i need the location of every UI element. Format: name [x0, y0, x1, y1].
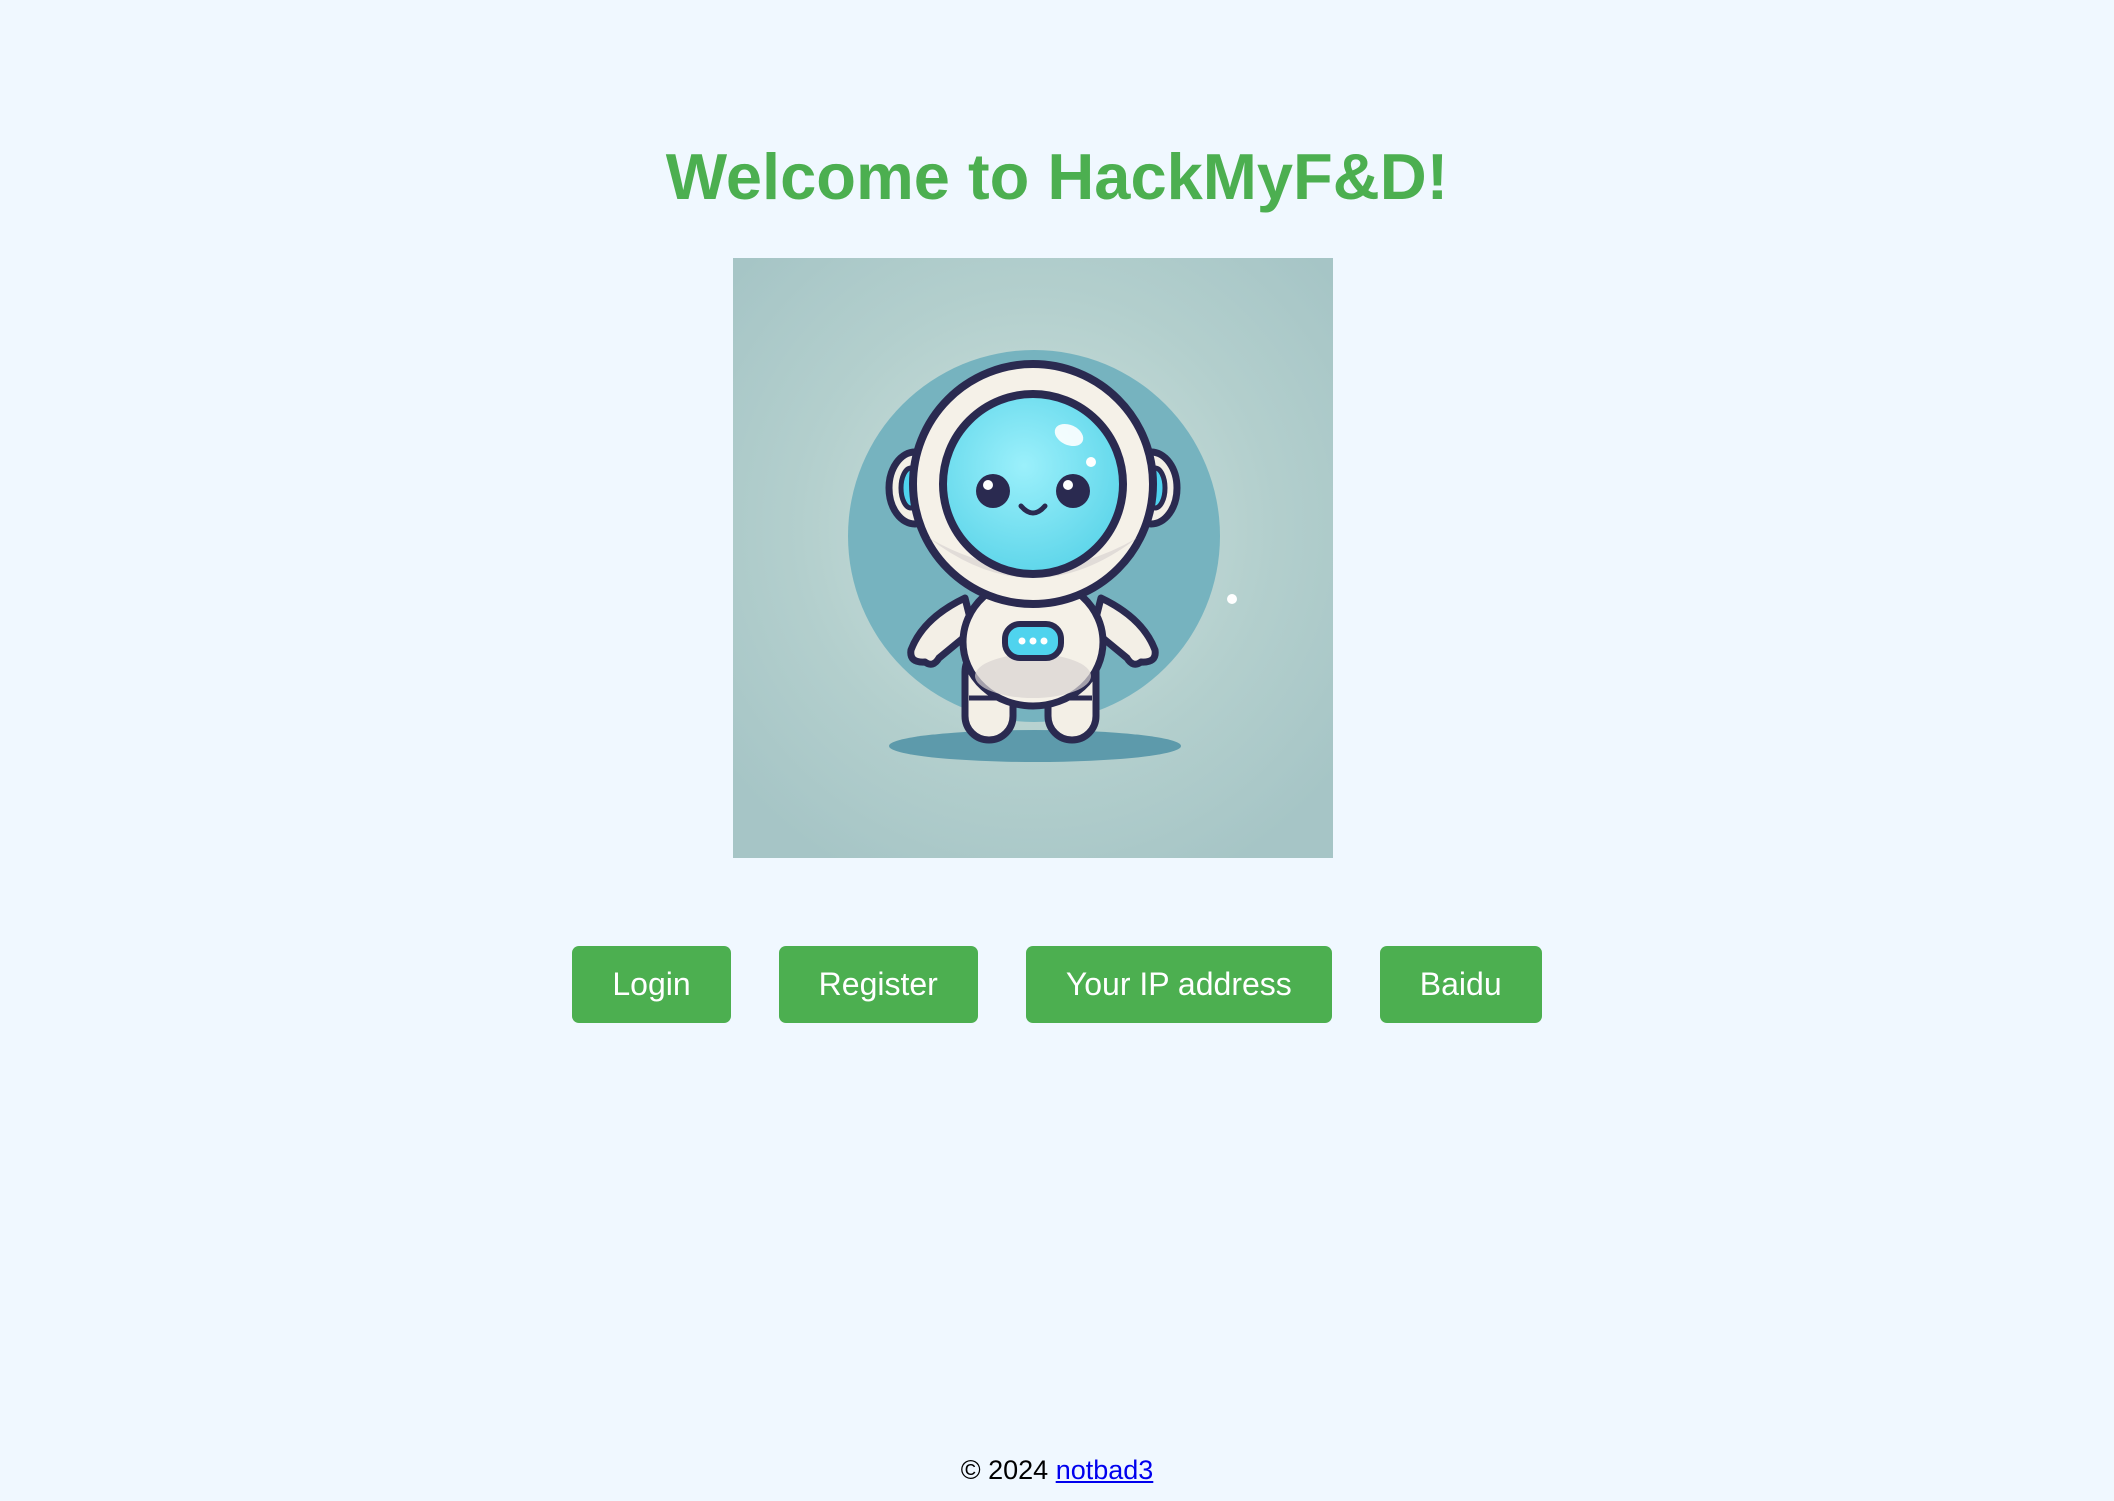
register-button[interactable]: Register: [778, 946, 978, 1023]
author-link[interactable]: notbad3: [1056, 1455, 1154, 1485]
login-button[interactable]: Login: [572, 946, 731, 1023]
footer: © 2024 notbad3: [0, 1452, 2114, 1488]
robot-mascot-icon: [733, 258, 1333, 858]
baidu-button[interactable]: Baidu: [1379, 946, 1542, 1023]
ip-address-button[interactable]: Your IP address: [1025, 946, 1332, 1023]
nav-button-row: Login Register Your IP address Baidu: [0, 946, 2114, 1023]
copyright-text: © 2024: [960, 1455, 1049, 1485]
page-title: Welcome to HackMyF&D!: [665, 140, 1449, 213]
